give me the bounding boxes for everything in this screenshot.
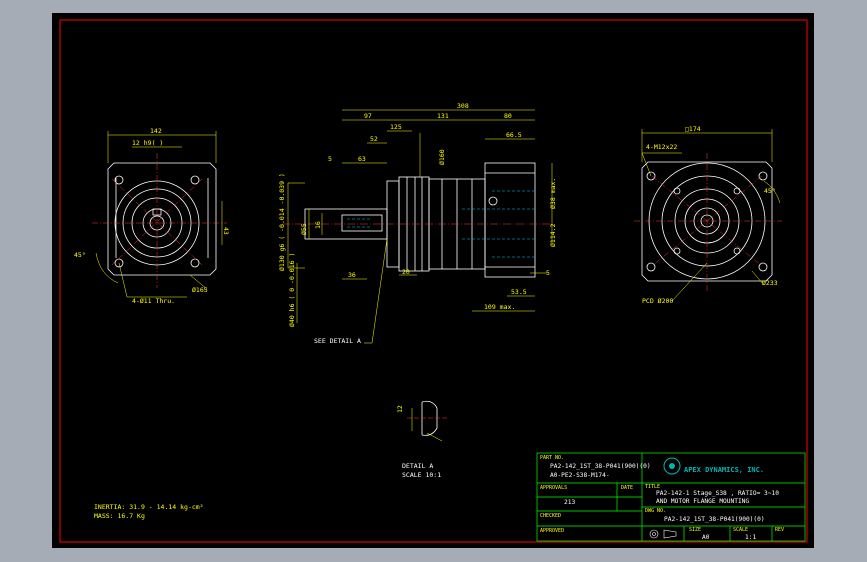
rear-pcd-dim: PCD Ø200 xyxy=(642,297,673,305)
drawing-svg: 142 12 h9( ) 43 45° Ø165 4-Ø11 Thru. 308… xyxy=(59,19,808,543)
rev-label: REV xyxy=(775,527,784,533)
dwg-no-value: PA2-142_1ST_38-P041(900)(0) xyxy=(664,516,765,523)
dim-130: Ø130 g6 ( -0.014 -0.039 ) xyxy=(278,173,286,271)
dim-16: 16 xyxy=(314,221,322,229)
dim-160: Ø160 xyxy=(438,149,446,165)
scale-label: SCALE xyxy=(733,527,748,533)
front-circle-dim: Ø165 xyxy=(192,286,208,294)
dim-5-top: 5 xyxy=(328,155,332,163)
dim-80: 80 xyxy=(504,112,512,120)
company-name: APEX DYNAMICS, INC. xyxy=(684,466,764,474)
side-view xyxy=(304,162,536,278)
size-label: SIZE xyxy=(689,527,701,533)
part-no-line-2: A0-PE2-S38-M174- xyxy=(550,472,610,479)
dwg-no-label: DWG NO. xyxy=(645,508,666,514)
dim-131: 131 xyxy=(437,112,449,120)
dim-38: Ø38 max. xyxy=(549,178,557,209)
drawing-canvas[interactable]: 142 12 h9( ) 43 45° Ø165 4-Ø11 Thru. 308… xyxy=(52,13,814,548)
rear-square-dim: □174 xyxy=(685,125,701,133)
side-fastener xyxy=(488,196,498,206)
scale-value: 1:1 xyxy=(745,534,756,541)
front-width-dim: 142 xyxy=(150,127,162,135)
rear-circle-dim: Ø233 xyxy=(762,279,778,287)
detail-a-view xyxy=(407,400,447,442)
front-holes-note: 4-Ø11 Thru. xyxy=(132,297,175,305)
dim-40: Ø40 h6 ( 0 -0.016 ) xyxy=(288,253,296,327)
front-flange-outline xyxy=(107,162,217,276)
part-no-line-1: PA2-142_1ST_38-P041(900)(0) xyxy=(550,463,651,470)
dim-1142: Ø114.2 xyxy=(549,223,557,247)
detail-dim: 12 xyxy=(396,405,404,413)
checked-label: CHECKED xyxy=(540,513,561,519)
shaft-keyway xyxy=(341,214,383,232)
title-line-2: AND MOTOR FLANGE MOUNTING xyxy=(656,498,749,505)
dim-535: 53.5 xyxy=(511,288,527,296)
front-angle-dim: 45° xyxy=(74,251,86,259)
rear-thread-hole xyxy=(646,262,656,272)
front-view xyxy=(107,162,217,276)
approvals-label: APPROVALS xyxy=(540,485,567,491)
dim-97: 97 xyxy=(364,112,372,120)
overall-length-dim: 308 xyxy=(457,102,469,110)
dim-125: 125 xyxy=(390,123,402,131)
dim-55: Ø55 xyxy=(300,223,308,235)
rear-thread-dim: 4-M12x22 xyxy=(646,143,677,151)
dim-20: 20 xyxy=(402,268,410,276)
detail-title: DETAIL A xyxy=(402,462,433,470)
dim-109: 109 max. xyxy=(484,303,515,311)
front-centerlines xyxy=(92,153,227,288)
mass-note: MASS: 16.7 Kg xyxy=(94,512,145,520)
front-key-dim: 12 h9( ) xyxy=(132,139,163,147)
date-label: DATE xyxy=(621,485,633,491)
front-bolt-hole xyxy=(190,258,200,268)
projection-symbol-icon xyxy=(649,529,677,539)
rear-thread-hole xyxy=(758,262,768,272)
rear-angle-dim: 45° xyxy=(764,187,776,195)
dim-665: 66.5 xyxy=(506,131,522,139)
motor-adapter xyxy=(484,162,536,278)
front-dimension-lines xyxy=(95,131,223,298)
see-detail-callout: SEE DETAIL A xyxy=(314,337,361,345)
approved-label: APPROVED xyxy=(540,528,564,534)
size-value: A0 xyxy=(702,534,710,541)
inertia-note: INERTIA: 31.9 - 14.14 kg-cm² xyxy=(94,503,204,511)
dim-63: 63 xyxy=(358,155,366,163)
dim-5-bottom: 5 xyxy=(546,269,550,277)
front-height-dim: 43 xyxy=(222,227,230,235)
approvals-value: 213 xyxy=(564,499,575,506)
part-no-label: PART NO. xyxy=(540,455,564,461)
detail-scale: SCALE 10:1 xyxy=(402,471,441,479)
dim-36: 36 xyxy=(348,271,356,279)
cad-viewport: 142 12 h9( ) 43 45° Ø165 4-Ø11 Thru. 308… xyxy=(0,0,867,562)
dim-52: 52 xyxy=(370,135,378,143)
title-line-1: PA2-142-1 Stage_S38 , RATIO= 3~10 xyxy=(656,490,779,497)
rear-thread-hole xyxy=(758,171,768,181)
company-logo-icon xyxy=(663,457,681,475)
